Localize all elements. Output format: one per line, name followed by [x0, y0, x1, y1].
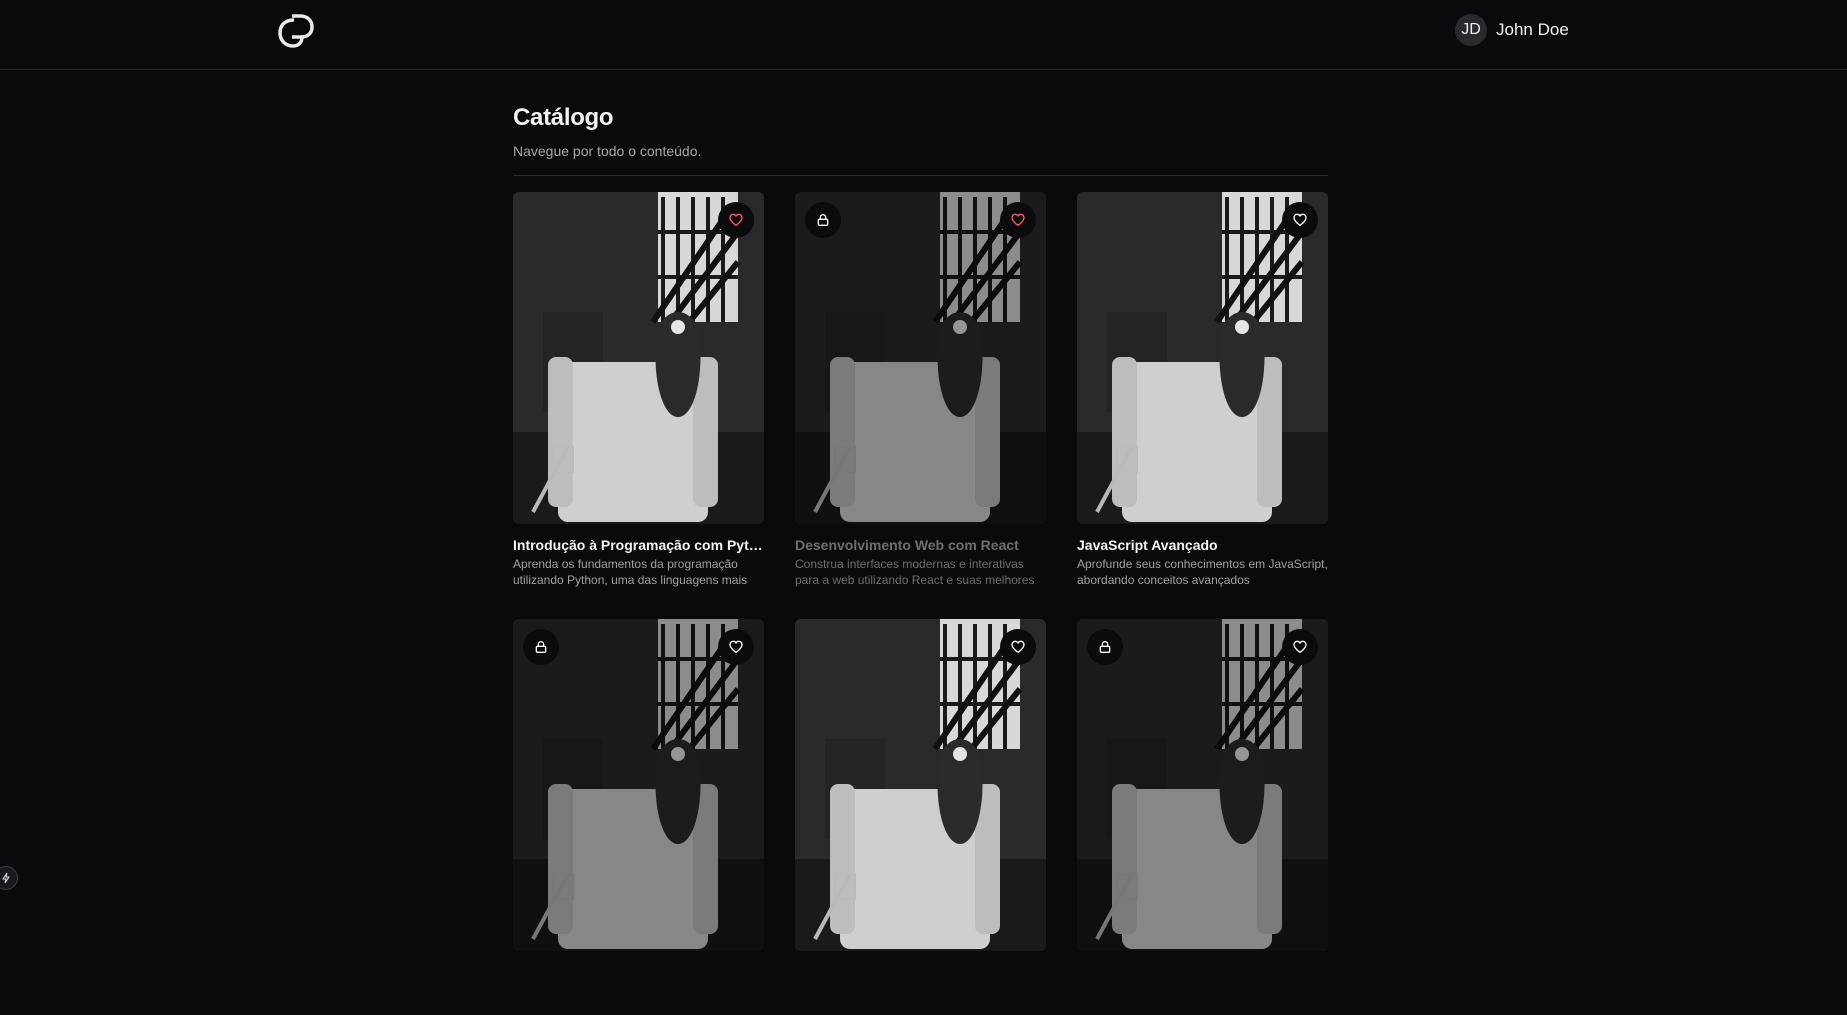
course-thumbnail-image [795, 192, 1046, 524]
page-title: Catálogo [513, 104, 614, 131]
course-thumbnail-image [795, 619, 1046, 951]
course-title[interactable]: JavaScript Avançado [1077, 536, 1328, 554]
lock-icon [805, 202, 841, 238]
course-card[interactable]: JavaScript Avançado Aprofunde seus conhec… [1077, 192, 1328, 588]
course-thumbnail[interactable] [795, 619, 1046, 951]
favorite-heart-icon[interactable] [718, 202, 754, 238]
course-title[interactable] [1077, 963, 1328, 981]
avatar[interactable]: JD [1455, 14, 1487, 46]
course-description: Construa interfaces modernas e interativ… [795, 557, 1035, 587]
favorite-heart-icon[interactable] [718, 629, 754, 665]
course-thumbnail[interactable] [513, 619, 764, 951]
course-thumbnail[interactable] [795, 192, 1046, 524]
course-card[interactable] [513, 619, 764, 1015]
catalog-section: Catálogo Navegue por todo o conteúdo. In… [513, 102, 1328, 951]
course-thumbnail-image [513, 192, 764, 524]
gd-logo-icon[interactable] [274, 12, 318, 52]
course-thumbnail[interactable] [1077, 192, 1328, 524]
course-thumbnail-image [1077, 192, 1328, 524]
course-title[interactable] [513, 963, 764, 981]
course-description [513, 983, 764, 1015]
course-description [795, 983, 1046, 1015]
course-title[interactable]: Desenvolvimento Web com React [795, 536, 1046, 554]
course-thumbnail[interactable] [1077, 619, 1328, 951]
favorite-heart-icon[interactable] [1282, 202, 1318, 238]
course-card[interactable] [1077, 619, 1328, 1015]
course-thumbnail[interactable] [513, 192, 764, 524]
favorite-heart-icon[interactable] [1000, 629, 1036, 665]
user-menu[interactable]: JD John Doe [1455, 14, 1569, 46]
course-title[interactable]: Introdução à Programação com Python [513, 536, 764, 554]
divider [513, 175, 1328, 176]
course-card[interactable]: Desenvolvimento Web com React Construa in… [795, 192, 1046, 588]
page-subtitle: Navegue por todo o conteúdo. [513, 143, 702, 159]
lock-icon [523, 629, 559, 665]
course-card[interactable] [795, 619, 1046, 1015]
course-description: Aprenda os fundamentos da programação ut… [513, 557, 748, 587]
course-thumbnail-image [1077, 619, 1328, 951]
favorite-heart-icon[interactable] [1000, 202, 1036, 238]
favorite-heart-icon[interactable] [1282, 629, 1318, 665]
lock-icon [1087, 629, 1123, 665]
course-thumbnail-image [513, 619, 764, 951]
course-description [1077, 983, 1328, 1015]
course-description: Aprofunde seus conhecimentos em JavaScri… [1077, 557, 1328, 587]
course-card[interactable]: Introdução à Programação com Python Apren… [513, 192, 764, 588]
course-title[interactable] [795, 963, 1046, 981]
top-navbar: JD John Doe [0, 0, 1847, 70]
bolt-icon[interactable] [0, 866, 18, 890]
user-name[interactable]: John Doe [1496, 20, 1569, 40]
